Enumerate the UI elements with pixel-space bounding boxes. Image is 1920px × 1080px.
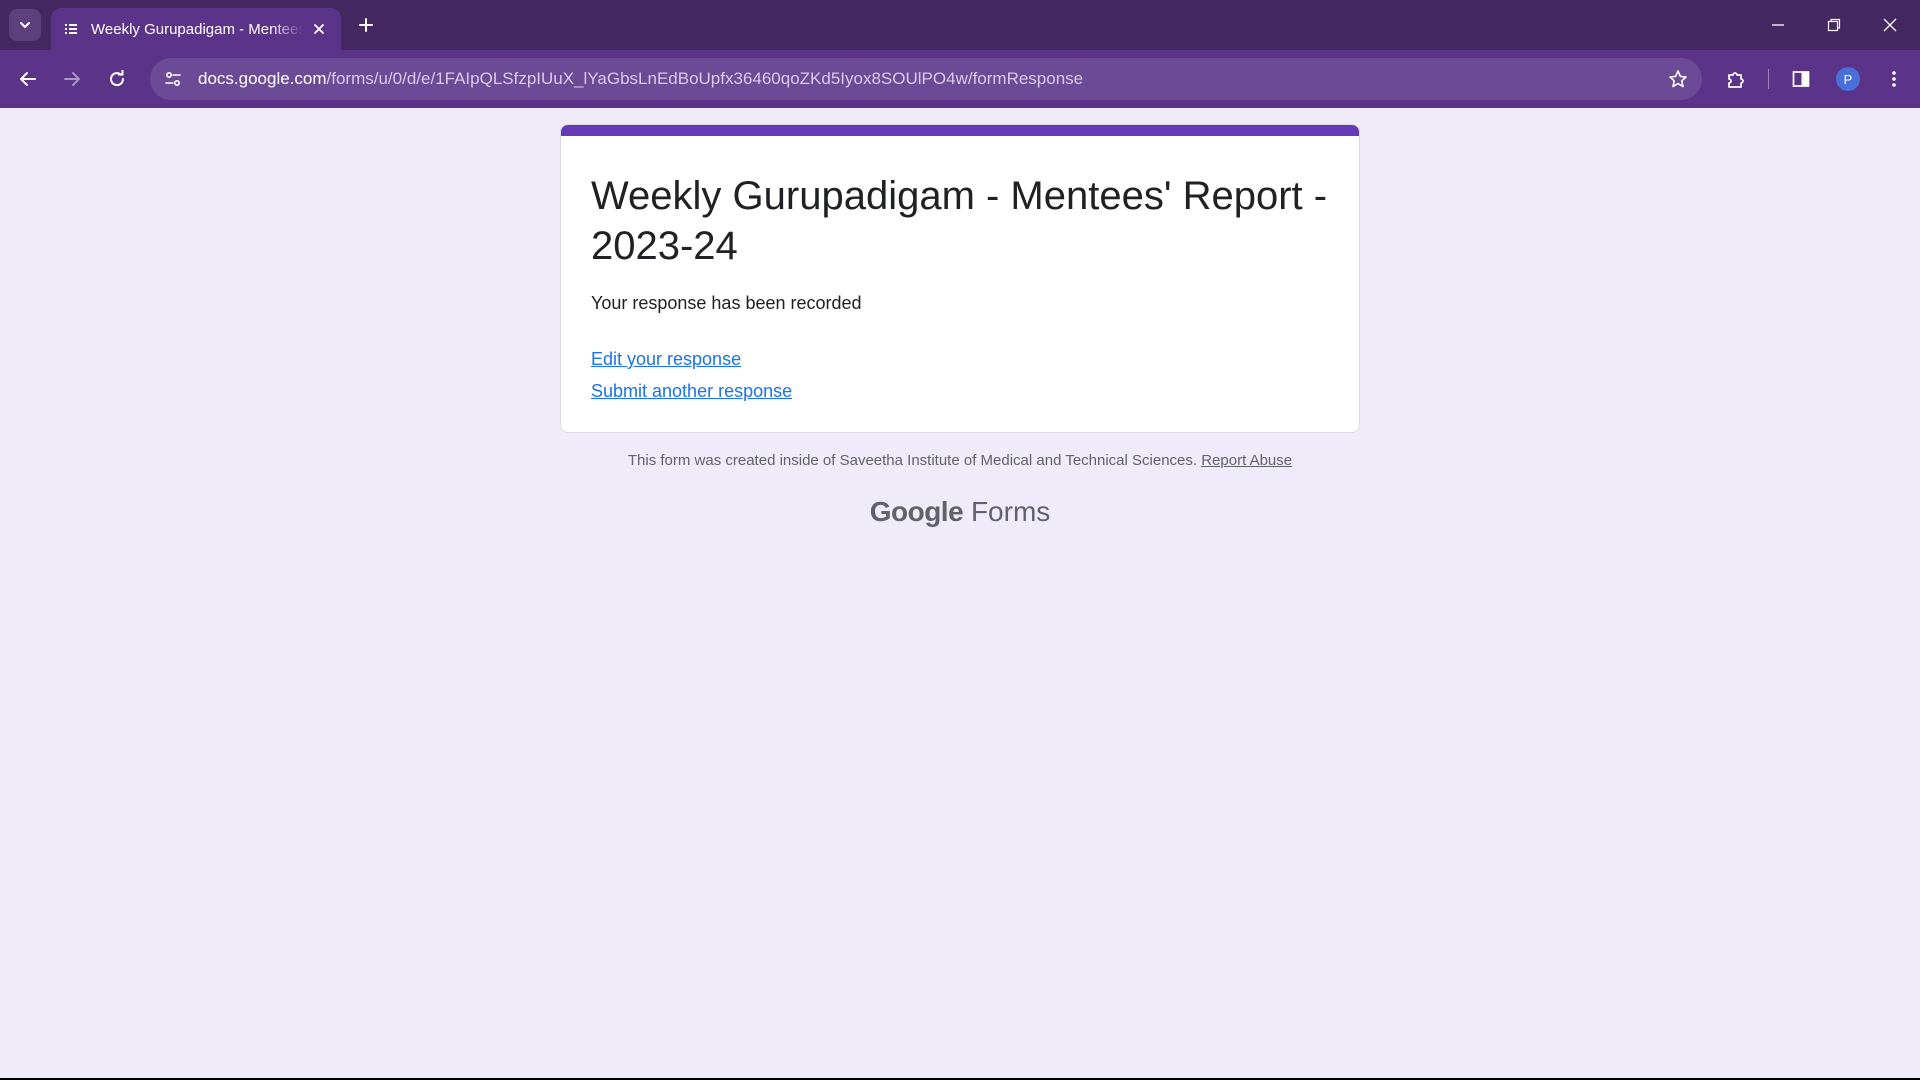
footer-note-text: This form was created inside of Saveetha…	[627, 452, 1198, 469]
address-bar[interactable]: docs.google.com/forms/u/0/d/e/1FAIpQLSfz…	[150, 58, 1702, 100]
google-forms-logo: Google Forms	[560, 496, 1360, 528]
back-icon	[20, 72, 36, 86]
plus-icon	[359, 18, 373, 32]
chevron-down-icon	[20, 22, 30, 29]
brand-forms: Forms	[970, 496, 1051, 527]
side-panel-icon	[1792, 71, 1810, 87]
url-path: /forms/u/0/d/e/1FAIpQLSfzpIUuX_lYaGbsLnE…	[326, 69, 1084, 88]
url-text: docs.google.com/forms/u/0/d/e/1FAIpQLSfz…	[198, 69, 1083, 89]
bookmark-button[interactable]	[1666, 67, 1690, 91]
new-tab-button[interactable]	[352, 11, 380, 39]
forms-favicon-icon	[63, 21, 79, 37]
side-panel-button[interactable]	[1785, 63, 1817, 95]
close-icon	[1883, 18, 1897, 32]
active-tab[interactable]: Weekly Gurupadigam - Mentees' Report - 2…	[51, 8, 341, 50]
site-info-button[interactable]	[152, 58, 194, 100]
confirmation-message: Your response has been recorded	[591, 293, 862, 313]
tab-search-button[interactable]	[9, 9, 41, 41]
reload-button[interactable]	[101, 63, 133, 95]
profile-avatar[interactable]: P	[1836, 67, 1860, 91]
browser-toolbar: docs.google.com/forms/u/0/d/e/1FAIpQLSfz…	[0, 50, 1920, 108]
close-icon[interactable]	[309, 19, 329, 39]
brand-google: Google	[869, 496, 964, 527]
forward-icon	[64, 72, 80, 86]
toolbar-divider	[1768, 69, 1769, 89]
tab-strip: Weekly Gurupadigam - Mentees' Report - 2…	[0, 0, 1920, 50]
minimize-button[interactable]	[1750, 0, 1806, 50]
minimize-icon	[1772, 24, 1784, 26]
forward-button[interactable]	[56, 63, 88, 95]
restore-button[interactable]	[1806, 0, 1862, 50]
report-abuse-link[interactable]: Report Abuse	[1201, 452, 1292, 469]
star-icon	[1669, 70, 1687, 88]
edit-response-link[interactable]: Edit your response	[591, 349, 741, 370]
extensions-icon	[1728, 72, 1744, 88]
response-card: Weekly Gurupadigam - Mentees' Report - 2…	[560, 124, 1360, 433]
form-title: Weekly Gurupadigam - Mentees' Report - 2…	[591, 174, 1328, 268]
more-vert-icon	[1892, 71, 1896, 87]
card-accent-bar	[561, 125, 1359, 136]
tab-title: Weekly Gurupadigam - Mentees' Report - 2…	[91, 20, 303, 38]
submit-another-link[interactable]: Submit another response	[591, 381, 792, 402]
menu-button[interactable]	[1878, 63, 1910, 95]
footer-note: This form was created inside of Saveetha…	[560, 452, 1360, 469]
restore-icon	[1827, 18, 1841, 32]
extensions-button[interactable]	[1720, 63, 1752, 95]
reload-icon	[110, 70, 125, 87]
close-window-button[interactable]	[1862, 0, 1918, 50]
back-button[interactable]	[12, 63, 44, 95]
url-host: docs.google.com	[198, 69, 327, 88]
site-info-icon	[165, 71, 181, 87]
